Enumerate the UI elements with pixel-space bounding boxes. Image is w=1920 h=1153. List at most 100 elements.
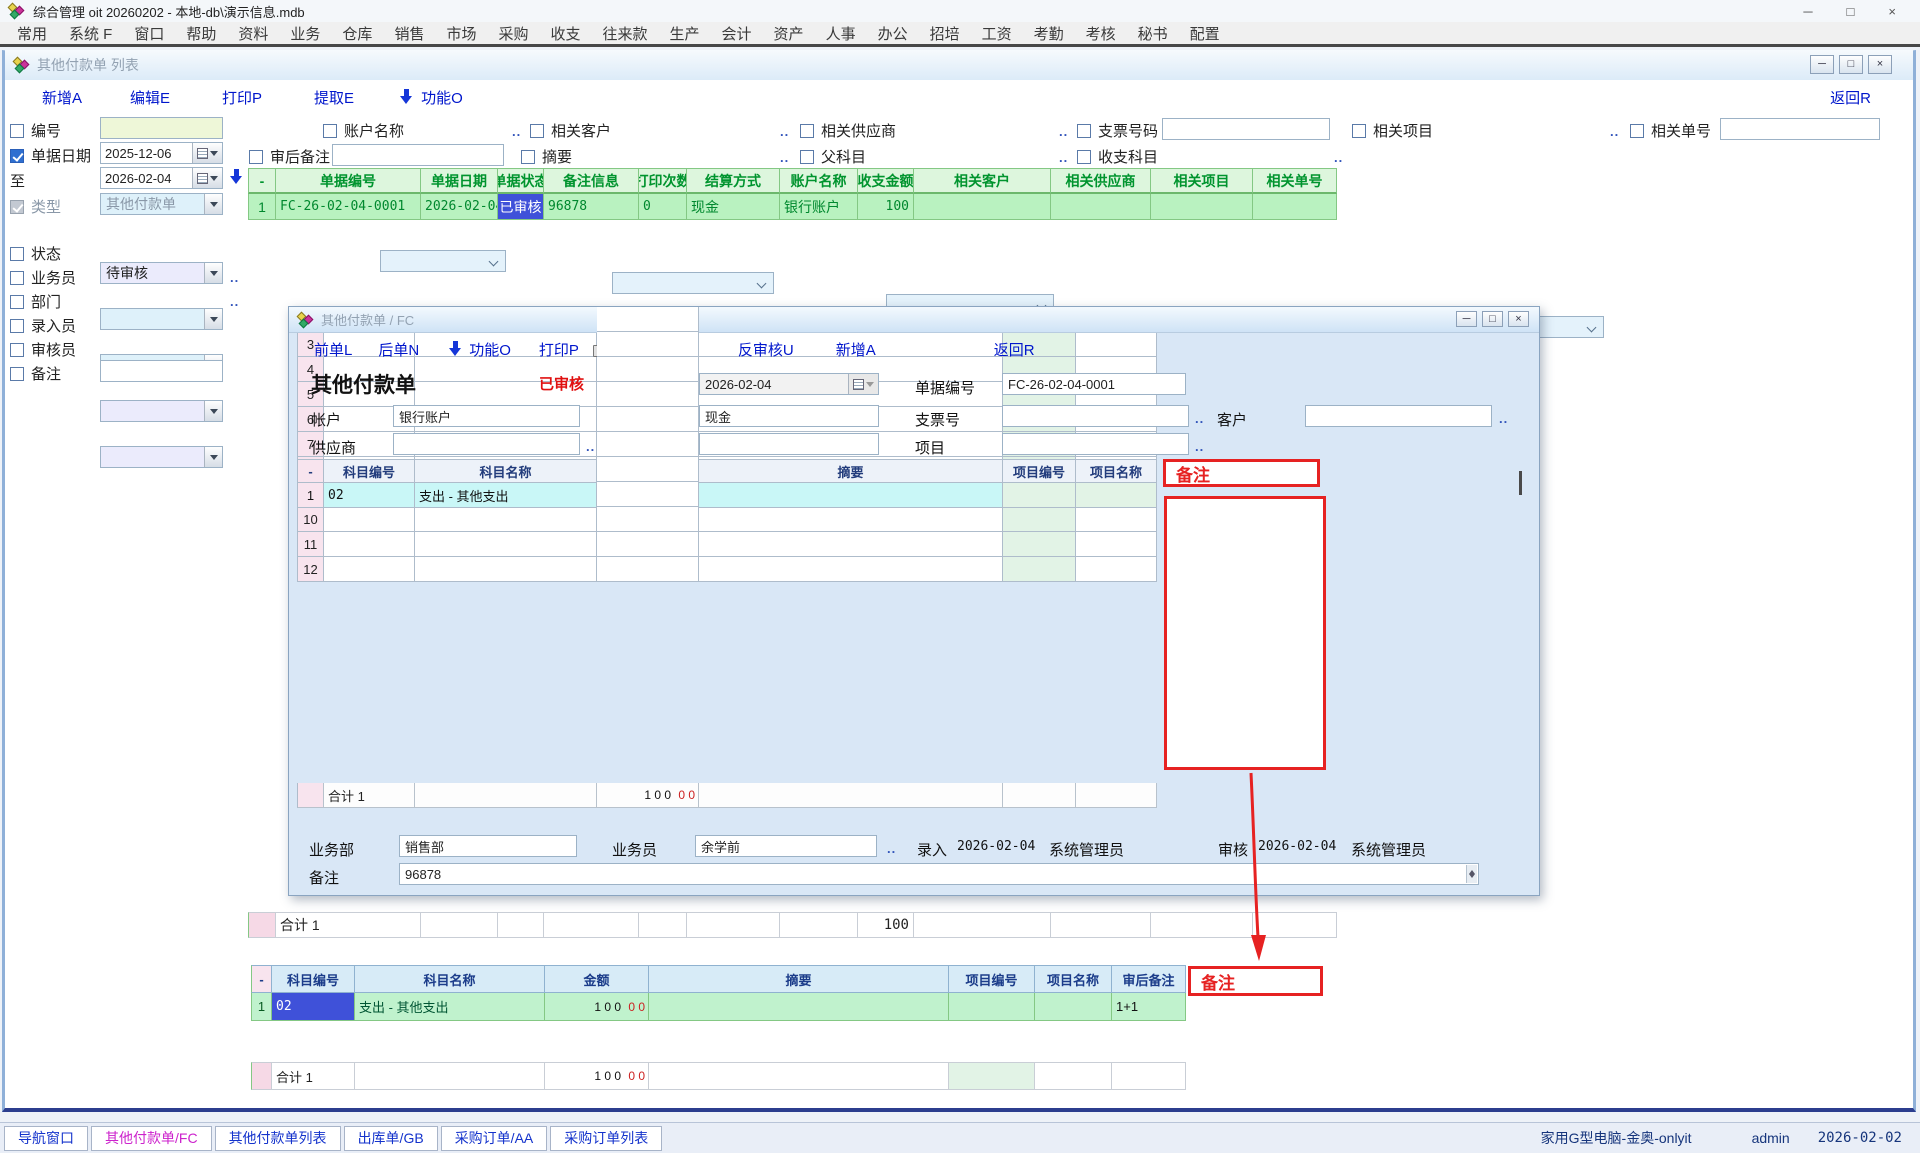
lookup-dots[interactable]: .. <box>1334 150 1343 165</box>
menu-item[interactable]: 常用 <box>6 23 58 44</box>
lookup-dots[interactable]: .. <box>1195 411 1204 426</box>
checkbox[interactable] <box>530 124 544 138</box>
audit-note-input[interactable] <box>332 144 504 166</box>
checkbox[interactable] <box>1352 124 1366 138</box>
menu-item[interactable]: 资产 <box>763 23 815 44</box>
menu-item[interactable]: 考勤 <box>1023 23 1075 44</box>
menu-item[interactable]: 系统 F <box>58 23 123 44</box>
menu-item[interactable]: 销售 <box>383 23 435 44</box>
print-button[interactable]: 打印P <box>539 339 579 360</box>
list-table-row[interactable]: 1FC-26-02-04-00012026-02-04已审核968780现金银行… <box>248 194 1337 220</box>
rel-customer-select[interactable] <box>612 272 774 294</box>
lookup-dots[interactable]: .. <box>780 150 789 165</box>
column-header[interactable]: 科目编号 <box>324 459 415 483</box>
rel-no-input[interactable] <box>699 433 879 455</box>
cheque-input[interactable] <box>1002 405 1189 427</box>
column-header[interactable]: 账户名称 <box>780 168 858 194</box>
checkbox[interactable] <box>800 150 814 164</box>
calendar-button[interactable] <box>192 168 222 188</box>
close-icon[interactable]: × <box>1888 4 1896 19</box>
menu-item[interactable]: 资料 <box>227 23 279 44</box>
menu-item[interactable]: 人事 <box>815 23 867 44</box>
lookup-dots[interactable]: .. <box>512 124 521 139</box>
column-header[interactable]: - <box>297 459 324 483</box>
checkbox[interactable] <box>521 150 535 164</box>
account-input[interactable]: 银行账户 <box>393 405 580 427</box>
new-button[interactable]: 新增A <box>42 87 82 108</box>
menu-item[interactable]: 往来款 <box>592 23 659 44</box>
supplier-input[interactable] <box>393 433 580 455</box>
column-header[interactable]: 单据日期 <box>421 168 498 194</box>
lookup-dots[interactable]: .. <box>1195 439 1204 454</box>
dropdown-button[interactable] <box>204 447 222 467</box>
lookup-dots[interactable]: .. <box>1499 411 1508 426</box>
checkbox[interactable] <box>10 367 24 381</box>
dept-input[interactable]: 销售部 <box>399 835 577 857</box>
restore-icon[interactable]: □ <box>1839 55 1863 74</box>
column-header[interactable]: - <box>248 168 276 194</box>
note-input[interactable]: 96878 <box>399 863 1479 885</box>
lookup-dots[interactable]: .. <box>1610 124 1619 139</box>
lookup-dots[interactable]: .. <box>586 439 595 454</box>
column-header[interactable]: 审后备注 <box>1112 965 1186 993</box>
dialog-grid-row[interactable]: 12 <box>297 557 1539 582</box>
column-header[interactable]: 项目编号 <box>1003 459 1076 483</box>
functions-button[interactable]: 功能O <box>469 339 511 360</box>
date-input[interactable]: 2026-02-04 <box>699 373 879 395</box>
calendar-button[interactable] <box>192 143 222 163</box>
menu-item[interactable]: 生产 <box>659 23 711 44</box>
column-header[interactable]: 项目名称 <box>1035 965 1112 993</box>
column-header[interactable]: 摘要 <box>649 965 949 993</box>
checkbox[interactable] <box>10 124 24 138</box>
checkbox[interactable] <box>1630 124 1644 138</box>
person-input[interactable]: 余学前 <box>695 835 877 857</box>
account-name-select[interactable] <box>380 250 506 272</box>
dropdown-button[interactable] <box>204 194 222 214</box>
dialog-grid-row[interactable]: 1 02 支出 - 其他支出 1 0 0 0 0 <box>297 483 1157 508</box>
calendar-button[interactable] <box>848 374 878 394</box>
extract-button[interactable]: 提取E <box>314 87 354 108</box>
menu-item[interactable]: 秘书 <box>1127 23 1179 44</box>
menu-item[interactable]: 考核 <box>1075 23 1127 44</box>
detail-grid-row[interactable]: 1 02 支出 - 其他支出 1 0 0 0 0 1+1 <box>251 993 1186 1021</box>
settle-input[interactable]: 现金 <box>699 405 879 427</box>
column-header[interactable]: 结算方式 <box>687 168 780 194</box>
column-header[interactable]: 金额 <box>545 965 649 993</box>
menu-item[interactable]: 业务 <box>279 23 331 44</box>
menu-item[interactable]: 帮助 <box>175 23 227 44</box>
taskbar-item-payment-list[interactable]: 其他付款单列表 <box>215 1126 341 1151</box>
taskbar-item-payment-doc[interactable]: 其他付款单/FC <box>91 1126 212 1151</box>
minimize-icon[interactable]: ─ <box>1803 4 1812 19</box>
column-header[interactable]: 摘要 <box>699 459 1003 483</box>
column-header[interactable]: 项目编号 <box>949 965 1035 993</box>
lookup-dots[interactable]: .. <box>887 841 896 856</box>
menu-item[interactable]: 仓库 <box>331 23 383 44</box>
column-header[interactable]: 科目名称 <box>355 965 545 993</box>
next-doc-button[interactable]: 后单N <box>378 339 419 360</box>
entryclerk-select[interactable] <box>100 400 223 422</box>
dropdown-button[interactable] <box>204 309 222 329</box>
checkbox[interactable] <box>800 124 814 138</box>
number-input[interactable] <box>100 117 223 139</box>
menu-item[interactable]: 会计 <box>711 23 763 44</box>
unaudit-button[interactable]: 反审核U <box>738 339 794 360</box>
taskbar-item-outbound[interactable]: 出库单/GB <box>344 1126 438 1151</box>
new-button[interactable]: 新增A <box>836 339 876 360</box>
doc-no-input[interactable]: FC-26-02-04-0001 <box>1002 373 1186 395</box>
cheque-no-input[interactable] <box>1162 118 1330 140</box>
checkbox[interactable] <box>10 295 24 309</box>
scrollbar-thumb[interactable] <box>1519 471 1522 495</box>
menu-item[interactable]: 工资 <box>971 23 1023 44</box>
menu-item[interactable]: 收支 <box>539 23 591 44</box>
print-button[interactable]: 打印P <box>222 87 262 108</box>
dropdown-button[interactable] <box>204 401 222 421</box>
note-filter-input[interactable] <box>100 360 223 382</box>
lookup-dots[interactable]: .. <box>780 124 789 139</box>
checkbox[interactable] <box>1077 124 1091 138</box>
checkbox[interactable] <box>10 319 24 333</box>
date-from-input[interactable]: 2025-12-06 <box>100 142 223 164</box>
maximize-icon[interactable]: □ <box>1847 4 1855 19</box>
back-button[interactable]: 返回R <box>994 339 1035 360</box>
checkbox[interactable] <box>10 247 24 261</box>
column-header[interactable]: 收支金额 <box>858 168 914 194</box>
